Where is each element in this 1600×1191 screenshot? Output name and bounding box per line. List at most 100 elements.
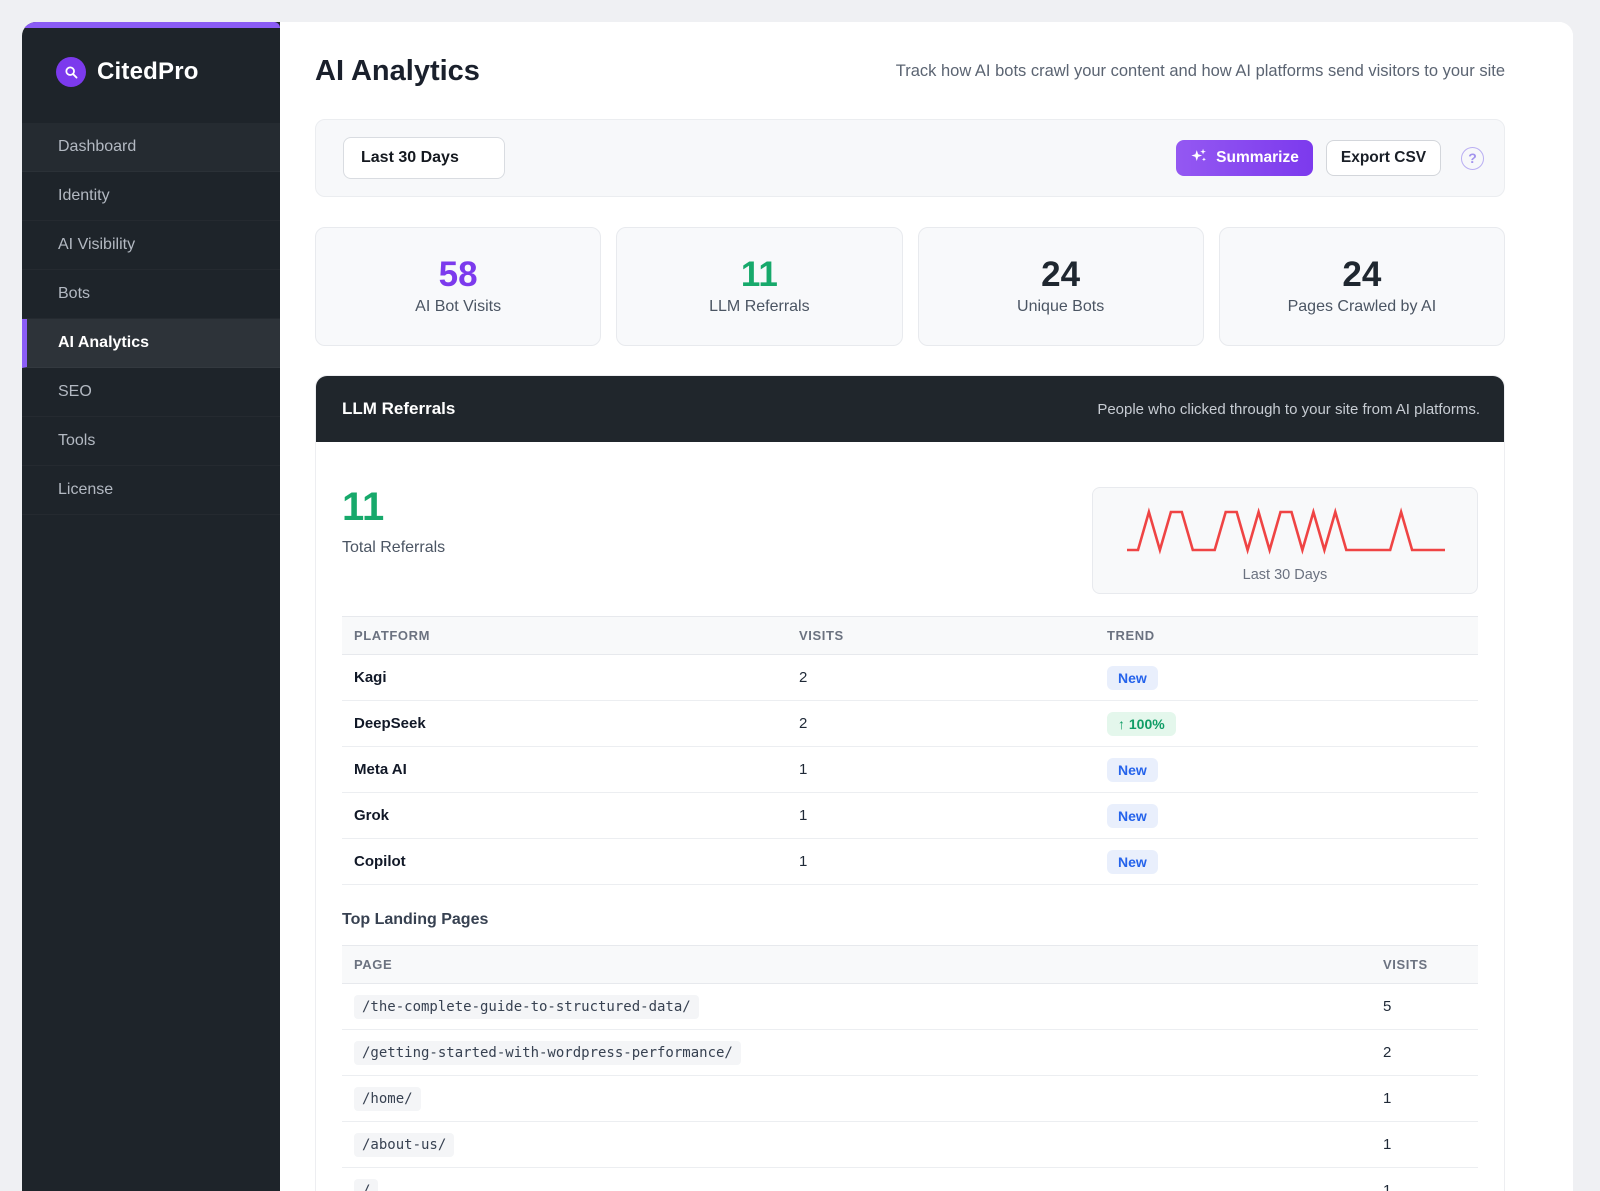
trend-badge: New: [1107, 803, 1158, 828]
landing-page-path: /getting-started-with-wordpress-performa…: [354, 1041, 741, 1065]
stat-card-pages-crawled-by-ai: 24 Pages Crawled by AI: [1218, 227, 1505, 346]
sidebar-item-ai-analytics[interactable]: AI Analytics: [22, 319, 280, 368]
sidebar-item-ai-visibility[interactable]: AI Visibility: [22, 221, 280, 270]
sidebar-item-label: Dashboard: [58, 138, 137, 155]
landing-page-cell: /the-complete-guide-to-structured-data/: [342, 983, 1371, 1030]
landing-pages-table: Page Visits /the-complete-guide-to-struc…: [342, 945, 1478, 1191]
landing-visits-cell: 1: [1371, 1167, 1478, 1191]
brand-logo: CitedPro: [22, 28, 280, 87]
landing-page-path: /: [354, 1179, 379, 1191]
trend-badge: New: [1107, 849, 1158, 874]
total-referrals-value: 11: [342, 485, 385, 529]
summarize-button[interactable]: Summarize: [1176, 140, 1313, 176]
sidebar-nav: Dashboard Identity AI Visibility Bots AI Ana…: [22, 123, 280, 515]
trend-badge: New: [1107, 665, 1158, 690]
sidebar-item-license[interactable]: License: [22, 466, 280, 515]
platform-table-header: Platform Visits Trend: [342, 616, 1478, 655]
platform-name-cell: Grok: [342, 792, 787, 839]
trend-badge: ↑ 100%: [1107, 711, 1176, 736]
platform-name-cell: DeepSeek: [342, 700, 787, 747]
sidebar-item-seo[interactable]: SEO: [22, 368, 280, 417]
panel-body: 11 Total Referrals Last 30 Days Platform: [316, 442, 1504, 1191]
platform-visits-cell: 2: [787, 700, 1095, 747]
date-range-select[interactable]: Last 30 Days: [343, 137, 505, 179]
total-referrals-label: Total Referrals: [342, 539, 446, 556]
platform-table-row: Kagi 2 New: [342, 654, 1478, 701]
landing-page-cell: /getting-started-with-wordpress-performa…: [342, 1029, 1371, 1076]
landing-page-path: /about-us/: [354, 1133, 455, 1157]
landing-table-row: /the-complete-guide-to-structured-data/5: [342, 983, 1478, 1030]
landing-table-row: /about-us/1: [342, 1121, 1478, 1168]
stat-value: 24: [1041, 255, 1081, 294]
panel-title: LLM Referrals: [342, 399, 456, 418]
page-header: AI Analytics Track how AI bots crawl you…: [315, 55, 1505, 88]
platform-table-row: DeepSeek 2 ↑ 100%: [342, 700, 1478, 747]
platform-table-row: Grok 1 New: [342, 792, 1478, 839]
platform-name-cell: Kagi: [342, 654, 787, 701]
page-title: AI Analytics: [315, 55, 480, 87]
sparkline-caption: Last 30 Days: [1242, 567, 1328, 583]
platform-trend-cell: ↑ 100%: [1095, 700, 1478, 747]
summarize-label: Summarize: [1216, 149, 1299, 166]
platform-column-header: Platform: [354, 628, 431, 643]
landing-visits-cell: 1: [1371, 1121, 1478, 1168]
landing-visits-cell: 5: [1371, 983, 1478, 1030]
landing-page-cell: /: [342, 1167, 1371, 1191]
sidebar-item-label: AI Visibility: [58, 236, 136, 253]
trend-column-header: Trend: [1107, 628, 1155, 643]
stat-label: Unique Bots: [1017, 298, 1105, 315]
toolbar: Last 30 Days Summarize Export CSV ?: [315, 119, 1505, 197]
landing-table-row: /1: [342, 1167, 1478, 1191]
landing-visits-cell: 1: [1371, 1075, 1478, 1122]
sidebar-item-bots[interactable]: Bots: [22, 270, 280, 319]
visits-column-header: Visits: [799, 628, 844, 643]
main-content: AI Analytics Track how AI bots crawl you…: [280, 22, 1573, 1191]
platform-visits-cell: 1: [787, 838, 1095, 885]
platform-trend-cell: New: [1095, 838, 1478, 885]
platform-table: Platform Visits Trend Kagi 2 New DeepSeek 2 ↑…: [342, 616, 1478, 885]
sidebar-item-label: SEO: [58, 383, 92, 400]
sidebar-item-label: Bots: [58, 285, 91, 302]
landing-table-row: /getting-started-with-wordpress-performa…: [342, 1029, 1478, 1076]
panel-subtitle: People who clicked through to your site …: [1097, 400, 1480, 418]
landing-page-cell: /home/: [342, 1075, 1371, 1122]
stat-card-llm-referrals: 11 LLM Referrals: [616, 227, 903, 346]
sidebar-item-tools[interactable]: Tools: [22, 417, 280, 466]
panel-header: LLM Referrals People who clicked through…: [316, 376, 1504, 442]
page-subtitle: Track how AI bots crawl your content and…: [895, 62, 1505, 80]
stat-card-ai-bot-visits: 58 AI Bot Visits: [315, 227, 602, 346]
platform-name-cell: Copilot: [342, 838, 787, 885]
landing-visits-cell: 2: [1371, 1029, 1478, 1076]
landing-page-cell: /about-us/: [342, 1121, 1371, 1168]
landing-table-header: Page Visits: [342, 945, 1478, 984]
stat-cards: 58 AI Bot Visits 11 LLM Referrals 24 Unique B…: [315, 227, 1505, 346]
platform-visits-cell: 1: [787, 792, 1095, 839]
sparkline-card: Last 30 Days: [1092, 487, 1478, 594]
sidebar-item-identity[interactable]: Identity: [22, 172, 280, 221]
stat-value: 58: [438, 255, 478, 294]
platform-visits-cell: 2: [787, 654, 1095, 701]
page-visits-column-header: Visits: [1383, 957, 1428, 972]
stat-label: LLM Referrals: [709, 298, 810, 315]
sidebar-item-label: Tools: [58, 432, 96, 449]
stat-label: AI Bot Visits: [415, 298, 502, 315]
sidebar-item-dashboard[interactable]: Dashboard: [22, 123, 280, 172]
platform-trend-cell: New: [1095, 654, 1478, 701]
landing-pages-title: Top Landing Pages: [342, 911, 489, 928]
platform-name-cell: Meta AI: [342, 746, 787, 793]
platform-table-row: Copilot 1 New: [342, 838, 1478, 885]
sparkline-chart: [1127, 507, 1445, 555]
brand-name: CitedPro: [97, 58, 199, 85]
landing-page-path: /the-complete-guide-to-structured-data/: [354, 995, 699, 1019]
sidebar-item-label: Identity: [58, 187, 110, 204]
app-window: CitedPro Dashboard Identity AI Visibility B…: [22, 22, 1573, 1191]
stat-label: Pages Crawled by AI: [1287, 298, 1437, 315]
platform-table-row: Meta AI 1 New: [342, 746, 1478, 793]
sparkles-icon: [1190, 147, 1208, 170]
export-csv-button[interactable]: Export CSV: [1326, 140, 1441, 176]
platform-trend-cell: New: [1095, 746, 1478, 793]
sidebar-item-label: License: [58, 481, 114, 498]
help-icon[interactable]: ?: [1461, 146, 1484, 170]
llm-referrals-panel: LLM Referrals People who clicked through…: [315, 375, 1505, 1191]
platform-visits-cell: 1: [787, 746, 1095, 793]
